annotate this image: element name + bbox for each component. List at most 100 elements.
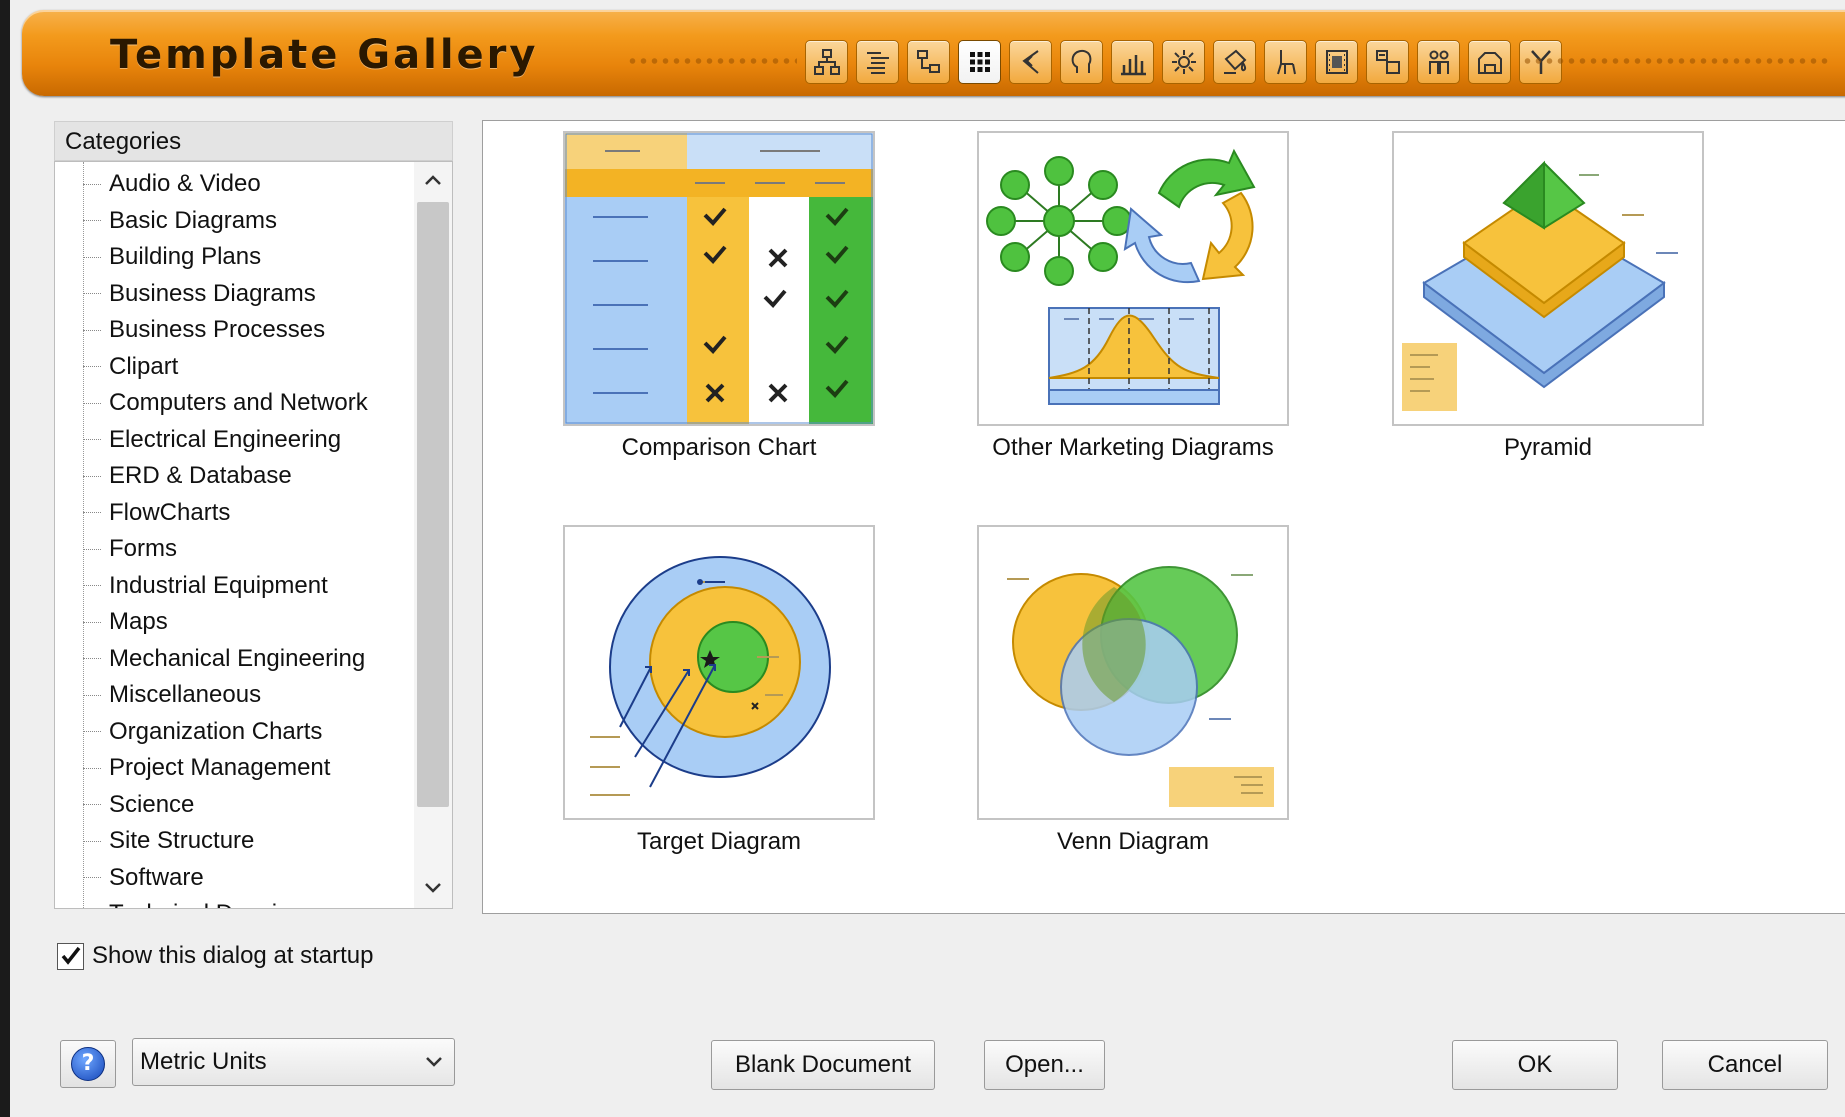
pyramid-thumbnail[interactable] bbox=[1392, 131, 1704, 426]
open-button[interactable]: Open... bbox=[984, 1040, 1105, 1090]
venn-diagram-thumbnail[interactable] bbox=[977, 525, 1289, 820]
tree-connector bbox=[83, 402, 101, 404]
tree-connector bbox=[83, 475, 101, 477]
category-item[interactable]: Basic Diagrams bbox=[83, 203, 368, 240]
category-item[interactable]: Audio & Video bbox=[83, 166, 368, 203]
cancel-button[interactable]: Cancel bbox=[1662, 1040, 1828, 1090]
category-label: Science bbox=[109, 790, 195, 818]
template-target-diagram[interactable]: Target Diagram bbox=[539, 525, 899, 856]
category-label: Technical Drawing bbox=[109, 900, 304, 908]
category-item[interactable]: Building Plans bbox=[83, 239, 368, 276]
chevron-down-icon bbox=[424, 1047, 444, 1081]
tree-icon[interactable] bbox=[907, 40, 950, 84]
category-item[interactable]: Project Management bbox=[83, 750, 368, 787]
category-toolbar bbox=[805, 40, 1562, 88]
scroll-thumb[interactable] bbox=[417, 202, 449, 807]
indent-list-icon[interactable] bbox=[856, 40, 899, 84]
hierarchy-icon[interactable] bbox=[805, 40, 848, 84]
show-at-startup-option[interactable]: Show this dialog at startup bbox=[57, 942, 374, 970]
target-diagram-thumbnail[interactable] bbox=[563, 525, 875, 820]
tree-connector bbox=[83, 329, 101, 331]
grid-icon[interactable] bbox=[958, 40, 1001, 84]
template-gallery-dialog: Template Gallery Categories Audio & Vide… bbox=[10, 0, 1845, 1117]
category-label: Business Processes bbox=[109, 316, 326, 344]
filmstrip-icon[interactable] bbox=[1315, 40, 1358, 84]
category-item[interactable]: FlowCharts bbox=[83, 495, 368, 532]
template-pyramid[interactable]: Pyramid bbox=[1368, 131, 1728, 462]
tree-connector bbox=[83, 366, 101, 368]
units-select[interactable]: Metric Units bbox=[132, 1038, 455, 1086]
category-item[interactable]: Computers and Network bbox=[83, 385, 368, 422]
category-label: Project Management bbox=[109, 754, 331, 782]
comparison-chart-thumbnail[interactable] bbox=[563, 131, 875, 426]
scroll-down-arrow[interactable] bbox=[414, 870, 452, 906]
category-label: Site Structure bbox=[109, 827, 255, 855]
category-item[interactable]: Clipart bbox=[83, 349, 368, 386]
category-item[interactable]: Organization Charts bbox=[83, 714, 368, 751]
category-label: Audio & Video bbox=[109, 170, 261, 198]
bar-chart-icon[interactable] bbox=[1111, 40, 1154, 84]
bucket-icon[interactable] bbox=[1213, 40, 1256, 84]
category-item[interactable]: Science bbox=[83, 787, 368, 824]
category-item[interactable]: Mechanical Engineering bbox=[83, 641, 368, 678]
sun-icon[interactable] bbox=[1162, 40, 1205, 84]
scroll-up-arrow[interactable] bbox=[414, 162, 452, 198]
tree-connector bbox=[83, 512, 101, 514]
category-label: Organization Charts bbox=[109, 717, 323, 745]
template-gallery: Comparison Chart Other Marketing Diagram… bbox=[482, 120, 1845, 914]
category-label: Forms bbox=[109, 535, 177, 563]
units-value: Metric Units bbox=[140, 1048, 267, 1075]
blocks-icon[interactable] bbox=[1366, 40, 1409, 84]
tree-connector bbox=[83, 621, 101, 623]
category-item[interactable]: Site Structure bbox=[83, 823, 368, 860]
tree-connector bbox=[83, 548, 101, 550]
category-label: Computers and Network bbox=[109, 389, 368, 417]
startup-label: Show this dialog at startup bbox=[92, 942, 374, 969]
header-bar: Template Gallery bbox=[22, 10, 1845, 96]
people-icon[interactable] bbox=[1417, 40, 1460, 84]
tree-connector bbox=[83, 439, 101, 441]
header-decoration-left bbox=[627, 57, 797, 65]
template-label: Pyramid bbox=[1503, 434, 1593, 461]
category-label: FlowCharts bbox=[109, 498, 231, 526]
category-item[interactable]: Maps bbox=[83, 604, 368, 641]
tree-connector bbox=[83, 220, 101, 222]
head-profile-icon[interactable] bbox=[1060, 40, 1103, 84]
tree-connector bbox=[83, 840, 101, 842]
category-item[interactable]: Electrical Engineering bbox=[83, 422, 368, 459]
category-label: Miscellaneous bbox=[109, 681, 262, 709]
marketing-diagrams-thumbnail[interactable] bbox=[977, 131, 1289, 426]
dialog-title: Template Gallery bbox=[110, 32, 539, 78]
template-other-marketing-diagrams[interactable]: Other Marketing Diagrams bbox=[953, 131, 1313, 462]
template-venn-diagram[interactable]: Venn Diagram bbox=[953, 525, 1313, 856]
help-button[interactable]: ? bbox=[60, 1040, 116, 1088]
template-label: Target Diagram bbox=[636, 828, 802, 855]
template-comparison-chart[interactable]: Comparison Chart bbox=[539, 131, 899, 462]
blank-document-button[interactable]: Blank Document bbox=[711, 1040, 935, 1090]
category-item[interactable]: Miscellaneous bbox=[83, 677, 368, 714]
category-item[interactable]: Business Processes bbox=[83, 312, 368, 349]
category-label: Business Diagrams bbox=[109, 279, 316, 307]
building-icon[interactable] bbox=[1468, 40, 1511, 84]
bracket-icon[interactable] bbox=[1009, 40, 1052, 84]
category-item[interactable]: ERD & Database bbox=[83, 458, 368, 495]
category-item[interactable]: Technical Drawing bbox=[83, 896, 368, 908]
tree-connector bbox=[83, 694, 101, 696]
category-label: ERD & Database bbox=[109, 462, 292, 490]
template-label: Other Marketing Diagrams bbox=[992, 434, 1274, 461]
category-item[interactable]: Software bbox=[83, 860, 368, 897]
tree-connector bbox=[83, 877, 101, 879]
categories-tree: Audio & Video Basic Diagrams Building Plan… bbox=[54, 161, 453, 909]
chair-icon[interactable] bbox=[1264, 40, 1307, 84]
category-item[interactable]: Forms bbox=[83, 531, 368, 568]
category-item[interactable]: Business Diagrams bbox=[83, 276, 368, 313]
tree-connector bbox=[83, 293, 101, 295]
category-item[interactable]: Industrial Equipment bbox=[83, 568, 368, 605]
ok-button[interactable]: OK bbox=[1452, 1040, 1618, 1090]
category-list: Audio & Video Basic Diagrams Building Plan… bbox=[83, 166, 368, 908]
template-label: Venn Diagram bbox=[1056, 828, 1210, 855]
startup-checkbox[interactable] bbox=[57, 942, 84, 970]
tree-connector bbox=[83, 585, 101, 587]
categories-scrollbar[interactable] bbox=[414, 162, 452, 908]
tree-connector bbox=[83, 658, 101, 660]
